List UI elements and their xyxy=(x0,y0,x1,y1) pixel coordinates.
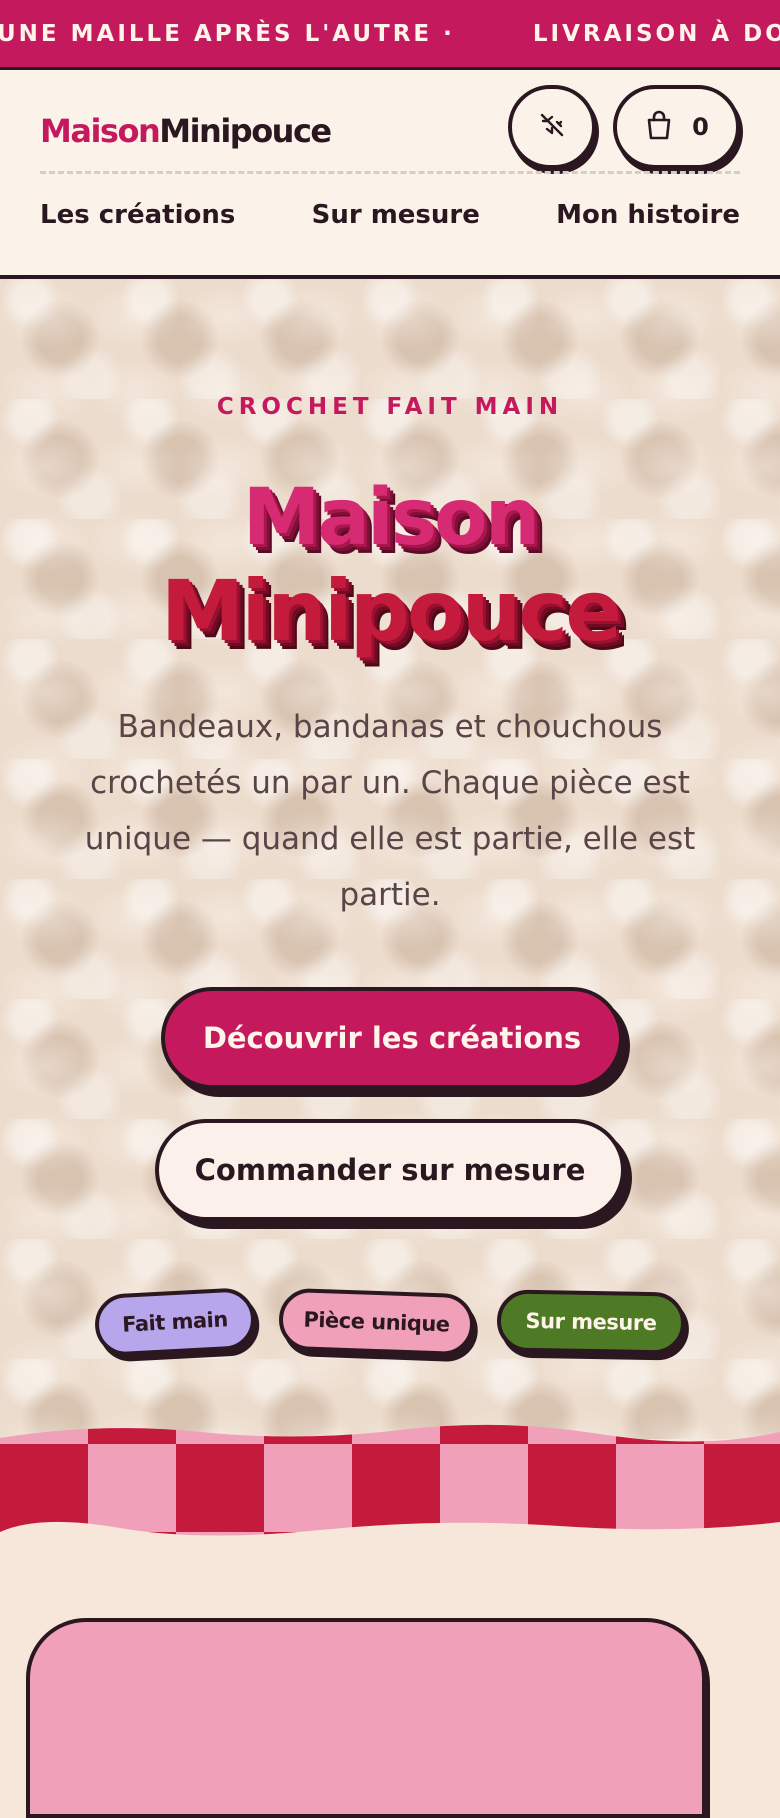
discover-creations-button[interactable]: Découvrir les créations xyxy=(161,987,623,1089)
cart-button[interactable]: 0 xyxy=(613,85,740,169)
sound-off-icon xyxy=(537,110,567,144)
sound-toggle-button[interactable] xyxy=(508,85,596,169)
hero-eyebrow: CROCHET FAIT MAIN xyxy=(216,394,564,420)
shopping-bag-icon xyxy=(644,109,674,145)
marquee-item: LIVRAISON À DO xyxy=(532,20,780,47)
tag-piece-unique: Pièce unique xyxy=(277,1287,476,1357)
header-divider xyxy=(40,171,740,174)
cart-count: 0 xyxy=(692,113,709,141)
checker-divider xyxy=(0,1424,780,1536)
announcement-marquee: UNE MAILLE APRÈS L'AUTRE · LIVRAISON À D… xyxy=(0,0,780,70)
marquee-track: UNE MAILLE APRÈS L'AUTRE · LIVRAISON À D… xyxy=(0,0,780,67)
hero-title-line2: Minipouce xyxy=(160,562,622,660)
logo-part-minipouce: Minipouce xyxy=(159,112,332,150)
hero-lead: Bandeaux, bandanas et chouchous crocheté… xyxy=(84,709,696,913)
nav-item-sur-mesure[interactable]: Sur mesure xyxy=(312,200,480,230)
featured-section xyxy=(0,1546,780,1818)
hero-section: CROCHET FAIT MAIN Maison Minipouce Bande… xyxy=(0,279,780,1439)
logo-part-maison: Maison xyxy=(40,112,161,150)
site-header: MaisonMinipouce 0 Les créations Sur mesu… xyxy=(0,70,780,279)
nav-item-creations[interactable]: Les créations xyxy=(40,200,235,230)
site-logo[interactable]: MaisonMinipouce xyxy=(40,112,332,150)
hero-title-line1: Maison xyxy=(242,473,541,563)
tag-sur-mesure: Sur mesure xyxy=(496,1289,686,1355)
nav-item-histoire[interactable]: Mon histoire xyxy=(556,200,740,230)
main-nav: Les créations Sur mesure Mon histoire xyxy=(40,200,740,230)
custom-order-button[interactable]: Commander sur mesure xyxy=(155,1119,625,1221)
featured-card xyxy=(26,1618,706,1818)
tag-fait-main: Fait main xyxy=(93,1286,257,1358)
marquee-item: UNE MAILLE APRÈS L'AUTRE · xyxy=(0,20,455,47)
